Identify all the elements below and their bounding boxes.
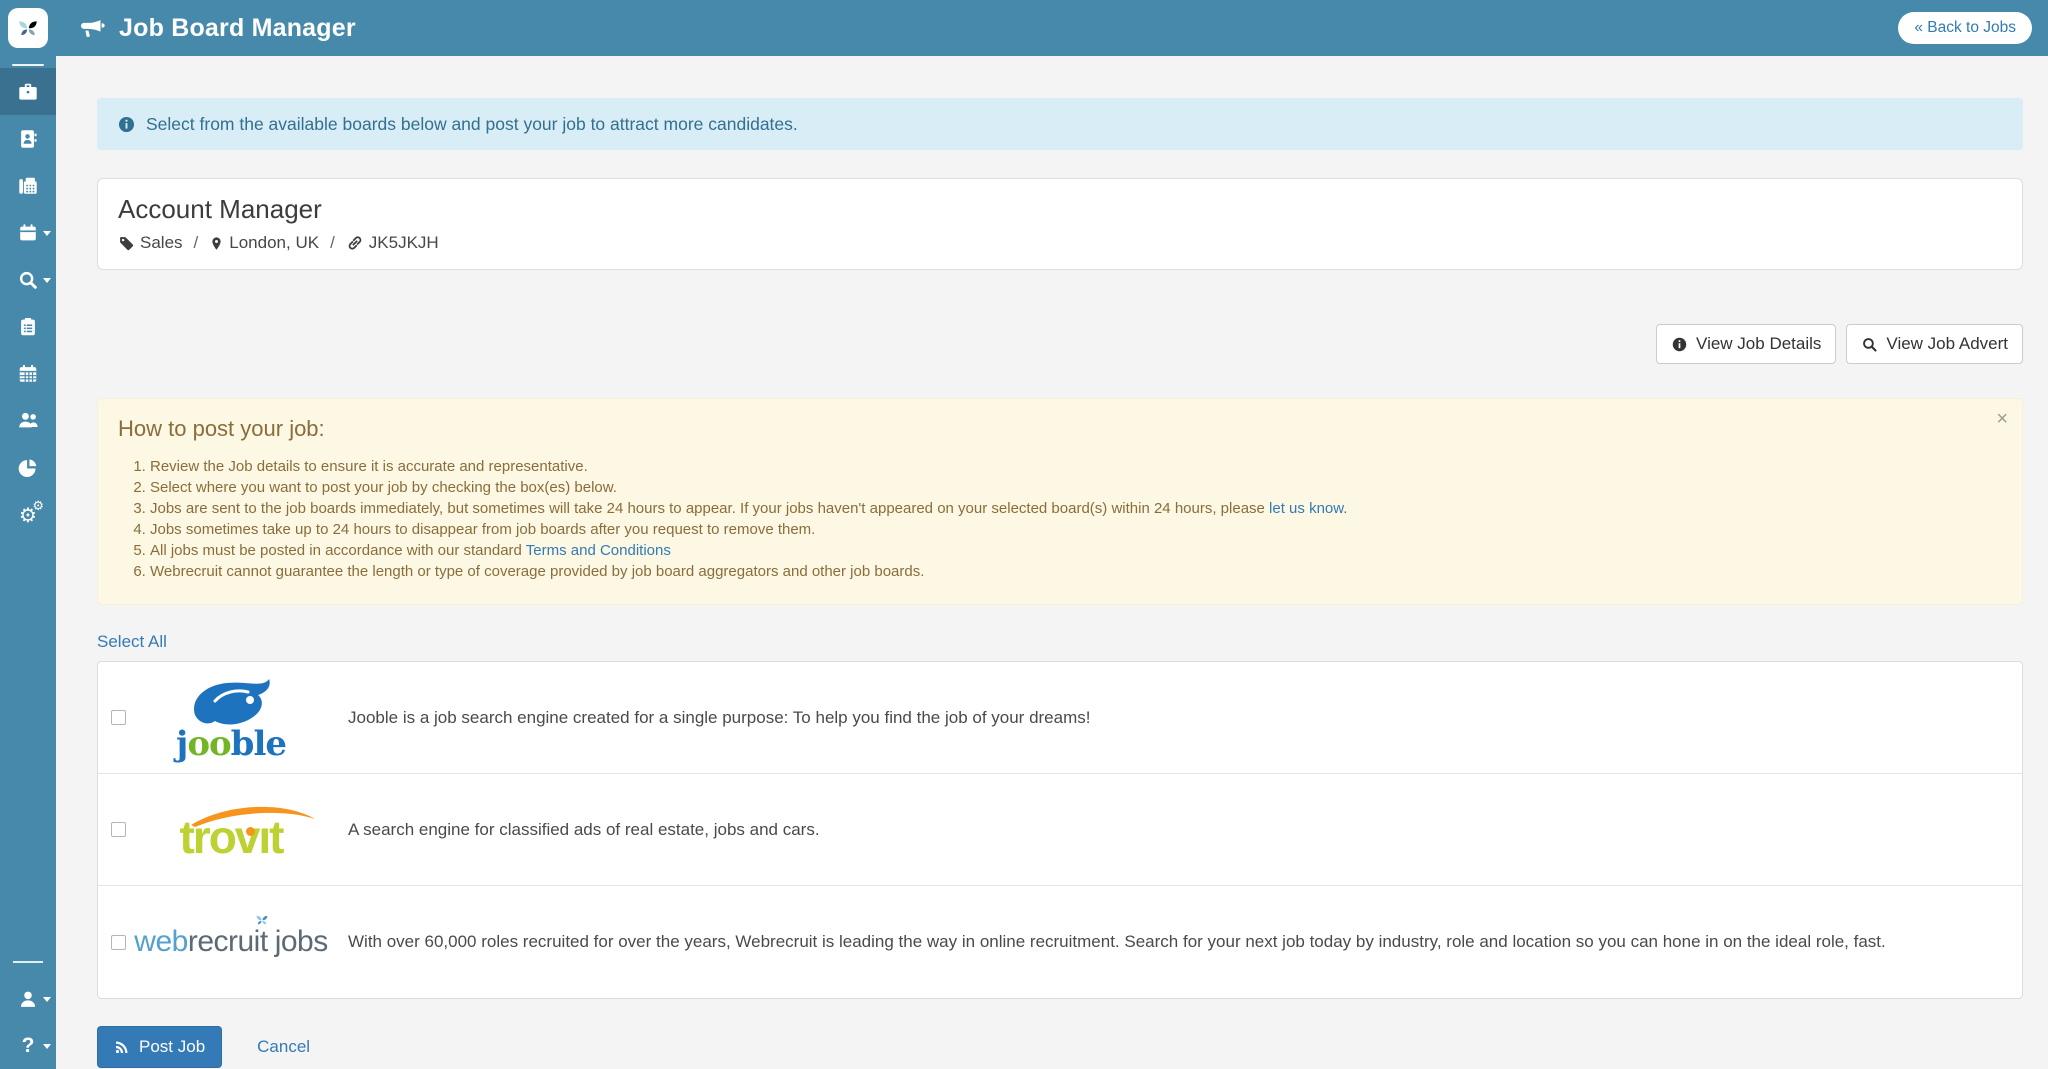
job-summary-card: Account Manager Sales / bbox=[97, 178, 2023, 270]
butterfly-icon bbox=[254, 912, 270, 928]
meta-separator: / bbox=[327, 233, 338, 253]
sidebar-item-address-book[interactable] bbox=[0, 115, 56, 162]
search-icon bbox=[1861, 336, 1878, 353]
view-job-advert-button[interactable]: View Job Advert bbox=[1846, 324, 2023, 364]
sidebar-item-calendar-grid[interactable] bbox=[0, 350, 56, 397]
list-item: Jobs are sent to the job boards immediat… bbox=[150, 498, 2002, 519]
sidebar-item-search[interactable] bbox=[0, 256, 56, 303]
sidebar-item-help[interactable]: ? bbox=[0, 1022, 56, 1069]
board-description: With over 60,000 roles recruited for ove… bbox=[348, 932, 1886, 952]
calendar-grid-icon bbox=[17, 363, 39, 385]
list-item: All jobs must be posted in accordance wi… bbox=[150, 540, 2002, 561]
job-title: Account Manager bbox=[118, 194, 2002, 225]
info-alert-text: Select from the available boards below a… bbox=[146, 114, 798, 135]
trovit-dot-icon bbox=[246, 827, 255, 836]
info-alert: Select from the available boards below a… bbox=[97, 98, 2023, 150]
map-marker-icon bbox=[209, 235, 224, 252]
how-to-post-title: How to post your job: bbox=[118, 416, 2002, 442]
job-actions: View Job Details View Job Advert bbox=[97, 324, 2023, 364]
main-content: Select from the available boards below a… bbox=[56, 56, 2048, 1069]
board-description: A search engine for classified ads of re… bbox=[348, 820, 820, 840]
webrecruit-wordmark: webrecruit jobs bbox=[134, 925, 327, 959]
select-all-link[interactable]: Select All bbox=[97, 632, 167, 652]
bullhorn-icon bbox=[78, 15, 105, 42]
search-icon bbox=[17, 269, 39, 291]
rss-icon bbox=[114, 1039, 130, 1055]
jooble-wordmark: jooble bbox=[176, 729, 286, 759]
jooble-fish-icon bbox=[187, 677, 275, 729]
sidebar-item-pie-chart[interactable] bbox=[0, 444, 56, 491]
list-item: Webrecruit cannot guarantee the length o… bbox=[150, 561, 2002, 582]
page-header: Job Board Manager « Back to Jobs bbox=[56, 0, 2048, 56]
sidebar-item-clipboard[interactable] bbox=[0, 303, 56, 350]
sidebar-divider-bottom bbox=[13, 961, 43, 963]
sidebar-item-account[interactable] bbox=[0, 975, 56, 1022]
chevron-down-icon bbox=[43, 997, 51, 1002]
board-row-webrecruit: webrecruit jobs With over 60,000 roles r… bbox=[98, 886, 2022, 998]
terms-and-conditions-link[interactable]: Terms and Conditions bbox=[526, 542, 671, 559]
sidebar-item-users[interactable] bbox=[0, 397, 56, 444]
sidebar-divider-top bbox=[12, 64, 44, 66]
chevron-down-icon bbox=[43, 231, 51, 236]
list-item: Jobs sometimes take up to 24 hours to di… bbox=[150, 519, 2002, 540]
sidebar-item-settings[interactable]: ⚙⚙ bbox=[0, 491, 56, 538]
sidebar: ⚙⚙ ? bbox=[0, 0, 56, 1069]
job-board-list: jooble Jooble is a job search engine cre… bbox=[97, 661, 2023, 999]
board-row-trovit: trovıt A search engine for classified ad… bbox=[98, 774, 2022, 886]
sidebar-item-briefcase[interactable] bbox=[0, 68, 56, 115]
app-logo[interactable] bbox=[0, 0, 56, 56]
post-job-button[interactable]: Post Job bbox=[97, 1026, 222, 1068]
webrecruit-checkbox[interactable] bbox=[111, 935, 126, 950]
tag-icon bbox=[118, 235, 135, 252]
jooble-checkbox[interactable] bbox=[111, 710, 126, 725]
back-to-jobs-button[interactable]: « Back to Jobs bbox=[1898, 12, 2032, 44]
trovit-arc-icon bbox=[185, 797, 335, 827]
fax-icon bbox=[17, 175, 39, 197]
chevron-down-icon bbox=[43, 1044, 51, 1049]
info-circle-icon bbox=[117, 115, 136, 134]
page-title: Job Board Manager bbox=[119, 14, 356, 43]
board-description: Jooble is a job search engine created fo… bbox=[348, 708, 1090, 728]
user-icon bbox=[17, 988, 39, 1010]
link-icon bbox=[346, 234, 364, 252]
job-location: London, UK bbox=[209, 233, 319, 253]
list-item: Select where you want to post your job b… bbox=[150, 477, 2002, 498]
butterfly-logo-icon bbox=[8, 8, 48, 48]
form-footer: Post Job Cancel bbox=[97, 1026, 2023, 1068]
trovit-checkbox[interactable] bbox=[111, 822, 126, 837]
sidebar-item-fax[interactable] bbox=[0, 162, 56, 209]
how-to-post-panel: × How to post your job: Review the Job d… bbox=[97, 398, 2023, 605]
list-item: Review the Job details to ensure it is a… bbox=[150, 456, 2002, 477]
job-category: Sales bbox=[118, 233, 183, 253]
question-icon: ? bbox=[22, 1034, 35, 1058]
view-job-details-button[interactable]: View Job Details bbox=[1656, 324, 1836, 364]
content-column: Job Board Manager « Back to Jobs Select … bbox=[56, 0, 2048, 1069]
board-row-jooble: jooble Jooble is a job search engine cre… bbox=[98, 662, 2022, 774]
jooble-logo: jooble bbox=[140, 677, 322, 759]
meta-separator: / bbox=[191, 233, 202, 253]
job-meta: Sales / London, UK / bbox=[118, 233, 2002, 253]
how-to-post-list: Review the Job details to ensure it is a… bbox=[118, 456, 2002, 582]
clipboard-icon bbox=[17, 316, 39, 338]
address-book-icon bbox=[17, 128, 39, 150]
webrecruit-logo: webrecruit jobs bbox=[140, 925, 322, 959]
cancel-link[interactable]: Cancel bbox=[257, 1037, 310, 1057]
users-icon bbox=[17, 409, 40, 432]
job-reference: JK5JKJH bbox=[346, 233, 439, 253]
app: ⚙⚙ ? Job Board Manager « Back to bbox=[0, 0, 2048, 1069]
calendar-icon bbox=[17, 222, 39, 244]
sidebar-item-calendar[interactable] bbox=[0, 209, 56, 256]
pie-chart-icon bbox=[17, 457, 39, 479]
info-circle-icon bbox=[1671, 336, 1688, 353]
close-icon[interactable]: × bbox=[1996, 409, 2008, 429]
let-us-know-link[interactable]: let us know. bbox=[1269, 500, 1347, 517]
gears-icon: ⚙⚙ bbox=[19, 505, 37, 525]
sidebar-footer: ? bbox=[0, 961, 56, 1069]
trovit-logo: trovıt bbox=[140, 803, 322, 857]
briefcase-icon bbox=[17, 81, 39, 103]
chevron-down-icon bbox=[43, 278, 51, 283]
